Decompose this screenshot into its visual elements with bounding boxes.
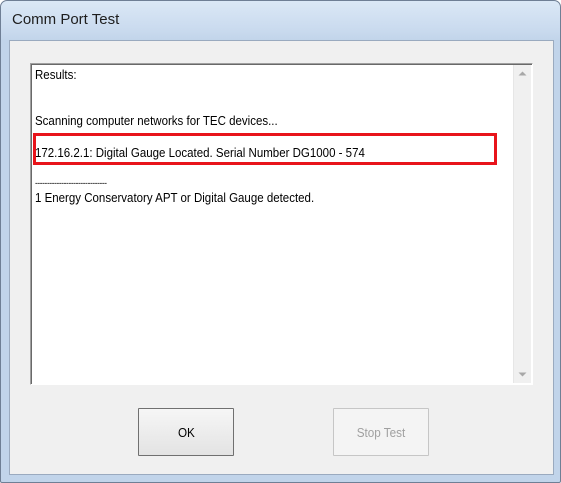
results-heading: Results: (35, 68, 77, 82)
window-title: Comm Port Test (12, 11, 120, 28)
ok-button[interactable]: OK (138, 408, 234, 456)
comm-port-test-window: Comm Port Test Results: Scanning compute… (0, 0, 561, 483)
summary-line: 1 Energy Conservatory APT or Digital Gau… (35, 191, 315, 205)
results-textbox[interactable]: Results: Scanning computer networks for … (30, 63, 533, 385)
results-content: Results: Scanning computer networks for … (35, 68, 472, 382)
dialog-client-area: Results: Scanning computer networks for … (9, 40, 554, 475)
highlight-box (33, 133, 497, 165)
vertical-scrollbar[interactable] (513, 65, 531, 383)
scroll-down-icon[interactable] (514, 366, 531, 383)
ok-button-label: OK (177, 424, 195, 440)
title-bar[interactable]: Comm Port Test (1, 1, 560, 39)
scanning-line: Scanning computer networks for TEC devic… (35, 114, 278, 128)
stop-test-button[interactable]: Stop Test (333, 408, 429, 456)
stop-test-button-label: Stop Test (356, 424, 406, 440)
scroll-up-icon[interactable] (514, 65, 531, 82)
separator-line: ------------------------------ (35, 178, 107, 188)
